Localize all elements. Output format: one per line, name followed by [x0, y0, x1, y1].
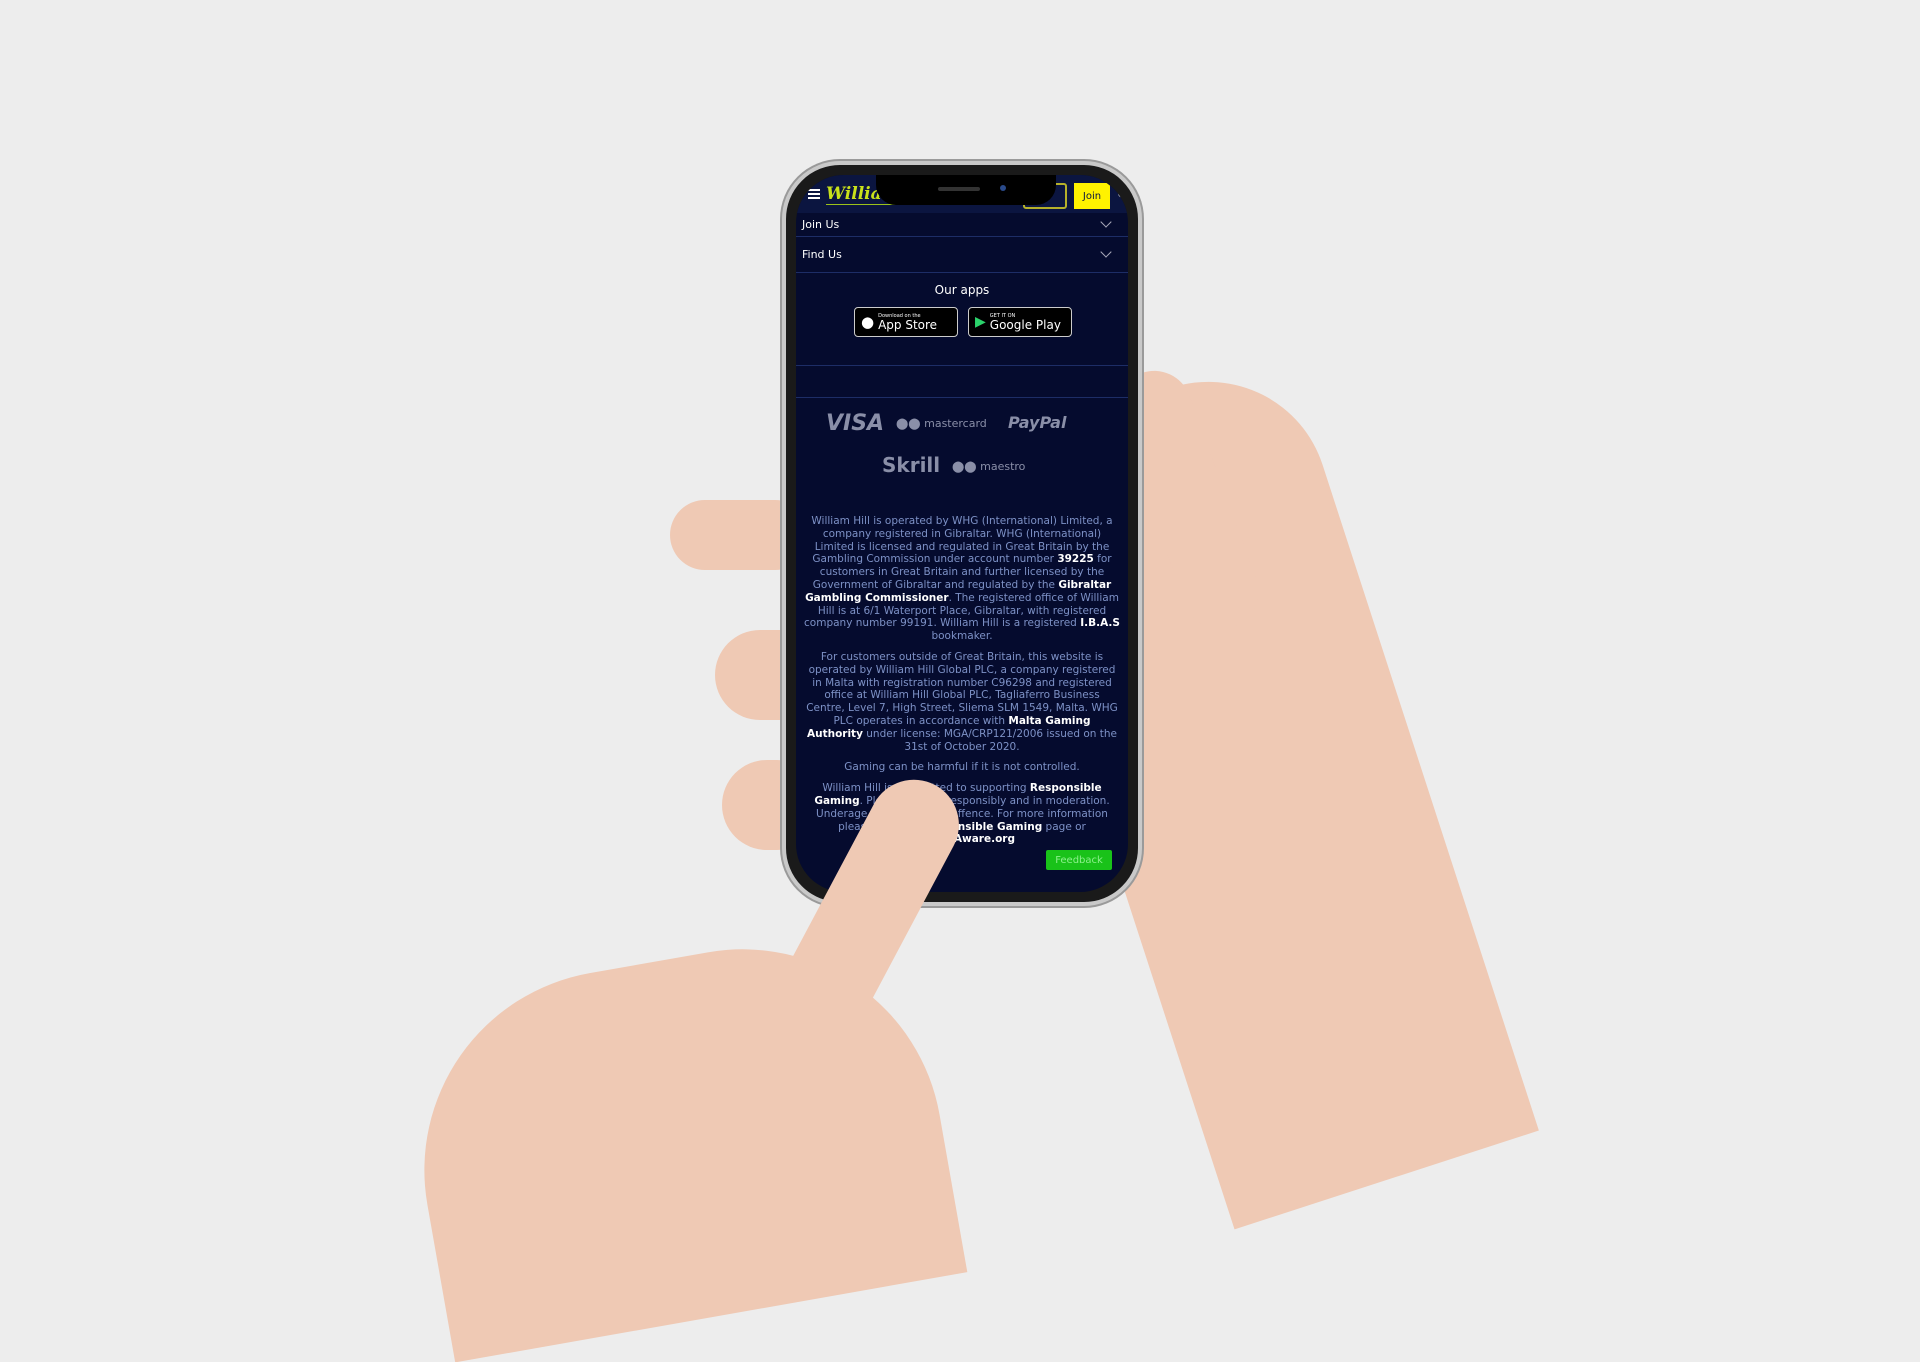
chevron-down-icon — [1100, 216, 1112, 228]
skrill-logo: Skrill — [882, 453, 941, 477]
chevron-down-icon — [1100, 246, 1112, 258]
google-play-button[interactable]: ▶ GET IT ON Google Play — [968, 307, 1072, 337]
accordion-join-us[interactable]: Join Us — [796, 213, 1128, 237]
divider — [796, 397, 1128, 398]
feedback-button[interactable]: Feedback — [1046, 850, 1112, 870]
left-hand — [392, 917, 968, 1362]
app-store-button[interactable]: ● Download on the App Store — [854, 307, 958, 337]
menu-icon[interactable] — [808, 189, 820, 199]
legal-text: William Hill is operated by WHG (Interna… — [804, 515, 1120, 846]
accordion-find-us[interactable]: Find Us — [796, 237, 1128, 273]
paypal-logo: PayPal — [1008, 413, 1067, 432]
maestro-logo: ⬤⬤ maestro — [952, 460, 1026, 473]
phone: William Hill Join Join Us Find Us Our ap… — [782, 161, 1142, 906]
play-icon: ▶ — [975, 314, 986, 330]
search-icon[interactable] — [1118, 188, 1128, 198]
join-button[interactable]: Join — [1074, 183, 1110, 209]
phone-screen: William Hill Join Join Us Find Us Our ap… — [796, 175, 1128, 892]
apps-title: Our apps — [934, 283, 990, 297]
mastercard-logo: ⬤⬤ mastercard — [896, 417, 987, 430]
divider — [796, 365, 1128, 366]
notch — [876, 175, 1056, 205]
visa-logo: VISA — [826, 411, 885, 436]
apple-icon: ● — [861, 313, 875, 331]
